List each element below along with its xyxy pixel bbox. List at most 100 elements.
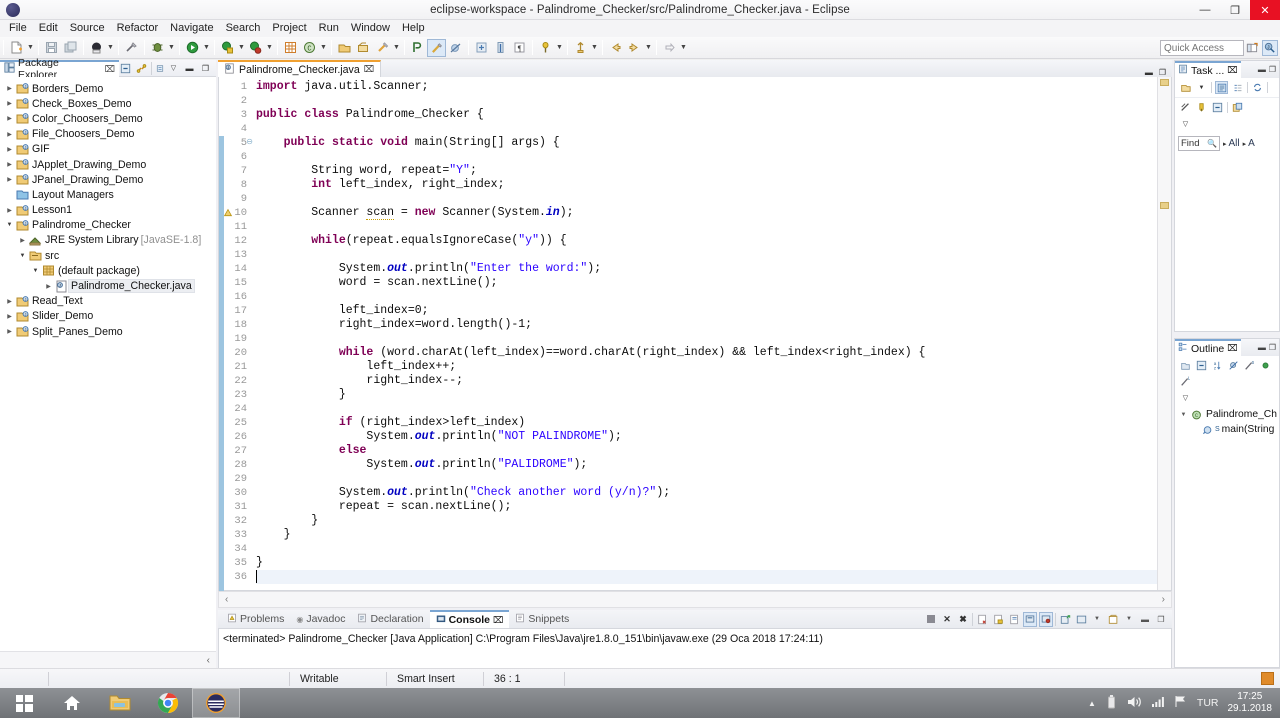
- link-with-editor-icon[interactable]: [135, 62, 148, 75]
- tree-item-jpanel-drawing-demo[interactable]: ▶ J JPanel_Drawing_Demo: [0, 172, 216, 187]
- scroll-left-icon[interactable]: ‹: [225, 594, 228, 605]
- pin-console-icon[interactable]: [1039, 611, 1053, 627]
- close-icon[interactable]: ⌧: [493, 615, 503, 626]
- run-dropdown-icon[interactable]: ▼: [202, 39, 211, 57]
- file-explorer-button[interactable]: [96, 688, 144, 718]
- tab-declaration[interactable]: Declaration: [351, 610, 429, 628]
- remove-launch-icon[interactable]: ✕: [940, 612, 954, 627]
- open-perspective-icon[interactable]: [1244, 40, 1260, 56]
- view-menu-vertical-icon[interactable]: [151, 61, 164, 75]
- link-icon[interactable]: L: [1179, 375, 1192, 388]
- skip-all-breakpoints-icon[interactable]: [446, 39, 465, 57]
- forward-icon[interactable]: [625, 39, 644, 57]
- chevron-down-icon[interactable]: ▼: [1178, 412, 1189, 418]
- new-console-dropdown-icon[interactable]: ▼: [1122, 612, 1136, 627]
- back-icon[interactable]: [606, 39, 625, 57]
- search-dropdown-icon[interactable]: ▼: [392, 39, 401, 57]
- word-wrap-icon[interactable]: [1007, 612, 1021, 627]
- tree-item-jre-system-library[interactable]: ▶ JRE System Library [JavaSE-1.8]: [0, 233, 216, 248]
- menu-navigate[interactable]: Navigate: [164, 20, 219, 37]
- code-editor[interactable]: 1 2 3 4 5 ⊖ 6 7 8 9 10 11 12 13 14 15 16 17 18 19 20 21 22 23 24…: [218, 77, 1172, 591]
- outline-tree[interactable]: ▼ C Palindrome_Ch Smain(String: [1175, 407, 1279, 437]
- save-all-icon[interactable]: [61, 39, 80, 57]
- tab-javadoc[interactable]: ◉ Javadoc: [290, 610, 351, 628]
- tree-item-file-choosers-demo[interactable]: ▶ J File_Choosers_Demo: [0, 127, 216, 142]
- chevron-right-icon[interactable]: ▶: [17, 237, 28, 244]
- tab-task-list[interactable]: Task ... ⌧: [1175, 61, 1241, 78]
- run-config-dropdown-icon[interactable]: ▼: [265, 39, 274, 57]
- close-icon[interactable]: ⌧: [105, 64, 115, 75]
- debug-dropdown-icon[interactable]: ▼: [167, 39, 176, 57]
- tree-item-palindrome-checker-java[interactable]: ▶ J Palindrome_Checker.java: [0, 278, 216, 294]
- remove-all-terminated-icon[interactable]: ✖: [956, 612, 970, 627]
- package-explorer-hscrollbar[interactable]: ‹: [0, 651, 216, 668]
- tree-item-lesson1[interactable]: ▶ J Lesson1: [0, 203, 216, 218]
- chevron-right-icon[interactable]: ▶: [4, 328, 15, 335]
- categorized-presentation-icon[interactable]: [1215, 81, 1228, 94]
- tree-item-palindrome-checker[interactable]: ▼ J Palindrome_Checker: [0, 218, 216, 233]
- tree-item-borders-demo[interactable]: ▶ J Borders_Demo: [0, 81, 216, 96]
- tab-outline[interactable]: Outline ⌧: [1175, 339, 1241, 356]
- run-external-dropdown-icon[interactable]: ▼: [237, 39, 246, 57]
- filter-icon[interactable]: [1179, 101, 1192, 114]
- warning-marker[interactable]: [1160, 79, 1169, 86]
- show-hidden-icons-icon[interactable]: ▲: [1088, 699, 1096, 708]
- package-explorer-tree[interactable]: ▶ J Borders_Demo ▶ J Check_Boxes_Demo ▶ J Color_…: [0, 77, 216, 651]
- tab-palindrome-checker-java[interactable]: J Palindrome_Checker.java ⌧: [218, 60, 382, 77]
- toggle-mark-occurrences-icon[interactable]: [427, 38, 446, 57]
- scheduled-presentation-icon[interactable]: [1231, 81, 1244, 94]
- next-annotation-icon[interactable]: [472, 39, 491, 57]
- open-task-icon[interactable]: [335, 39, 354, 57]
- forward-arrow-icon[interactable]: [660, 39, 679, 57]
- tab-problems[interactable]: Problems: [221, 610, 290, 628]
- chevron-right-icon[interactable]: ▶: [4, 100, 15, 107]
- run-external-tools-icon[interactable]: [218, 39, 237, 57]
- new-wizard-icon[interactable]: [7, 39, 26, 57]
- save-icon[interactable]: [42, 39, 61, 57]
- arrow-dropdown-icon[interactable]: ▼: [679, 39, 688, 57]
- chevron-right-icon[interactable]: ▶: [4, 146, 15, 153]
- chevron-right-icon[interactable]: ▶: [4, 115, 15, 122]
- maximize-icon[interactable]: ❐: [199, 62, 212, 75]
- tree-item-japplet-drawing-demo[interactable]: ▶ J JApplet_Drawing_Demo: [0, 157, 216, 172]
- editor-hscrollbar[interactable]: ‹ ›: [218, 591, 1172, 608]
- open-console-dropdown-icon[interactable]: ▼: [1090, 612, 1104, 627]
- language-indicator[interactable]: TUR: [1197, 697, 1219, 709]
- tree-item-src[interactable]: ▼ src: [0, 248, 216, 263]
- quick-access-input[interactable]: [1160, 40, 1244, 56]
- menu-edit[interactable]: Edit: [33, 20, 64, 37]
- menu-source[interactable]: Source: [64, 20, 111, 37]
- goto-line-dropdown-icon[interactable]: ▼: [590, 39, 599, 57]
- minimize-icon[interactable]: ▬: [1258, 65, 1266, 74]
- clear-console-icon[interactable]: [975, 612, 989, 627]
- annotation-icon[interactable]: [408, 39, 427, 57]
- chevron-right-icon[interactable]: ▶: [4, 161, 15, 168]
- filter-a-toggle[interactable]: ▸ A: [1243, 138, 1255, 149]
- eclipse-button[interactable]: [192, 688, 240, 718]
- minimize-icon[interactable]: ▬: [183, 62, 196, 75]
- close-icon[interactable]: ⌧: [364, 64, 374, 75]
- debug-icon[interactable]: [148, 39, 167, 57]
- synchronize-icon[interactable]: [1251, 81, 1264, 94]
- maximize-icon[interactable]: ❐: [1269, 343, 1276, 352]
- search-icon[interactable]: [373, 39, 392, 57]
- new-class-dropdown-icon[interactable]: ▼: [319, 39, 328, 57]
- print-icon[interactable]: [87, 39, 106, 57]
- start-button[interactable]: [0, 688, 48, 718]
- outline-item[interactable]: Smain(String: [1175, 422, 1279, 437]
- hide-fields-icon[interactable]: [1227, 359, 1240, 372]
- display-selected-console-icon[interactable]: [1058, 612, 1072, 627]
- action-center-icon[interactable]: [1174, 695, 1188, 711]
- overview-ruler[interactable]: ⌃: [1157, 77, 1171, 590]
- menu-window[interactable]: Window: [345, 20, 396, 37]
- status-badge[interactable]: [1261, 672, 1274, 685]
- open-type-icon[interactable]: [122, 39, 141, 57]
- new-java-class-icon[interactable]: C: [300, 39, 319, 57]
- minimize-button[interactable]: —: [1190, 0, 1220, 20]
- close-icon[interactable]: ⌧: [1227, 343, 1237, 354]
- run-configurations-icon[interactable]: [246, 39, 265, 57]
- close-button[interactable]: ✕: [1250, 0, 1280, 20]
- volume-icon[interactable]: [1127, 695, 1142, 712]
- collapse-all-icon[interactable]: [119, 62, 132, 75]
- chevron-down-icon[interactable]: ▼: [4, 222, 15, 228]
